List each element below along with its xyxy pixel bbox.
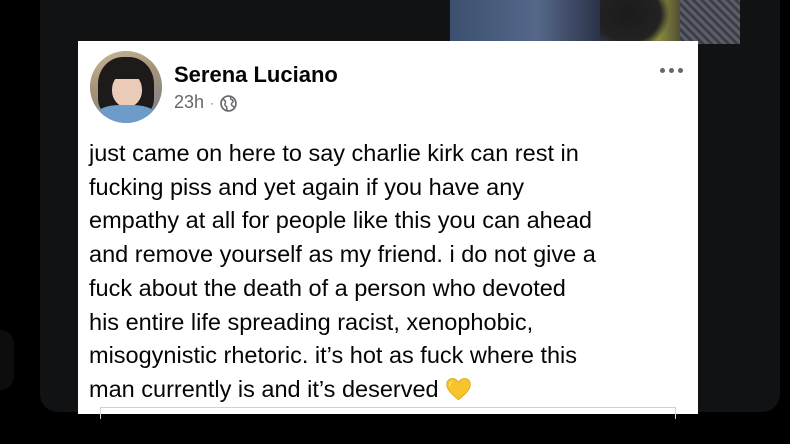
post-text-line: empathy at all for people like this you … [89, 207, 592, 234]
background-edge [0, 330, 14, 390]
post-text-line-last: man currently is and it’s deserved [89, 373, 669, 407]
post-text-line: misogynistic rhetoric. it’s hot as fuck … [89, 342, 578, 369]
post-meta: 23h · [174, 92, 237, 113]
yellow-heart-emoji [445, 378, 471, 401]
post-text: just came on here to say charlie kirk ca… [89, 137, 669, 407]
post-text-line: fucking piss and yet again if you have a… [89, 173, 525, 200]
photo-sweater [680, 0, 740, 44]
post-timestamp[interactable]: 23h [174, 92, 204, 113]
meta-separator: · [210, 95, 215, 110]
post-text-line: man currently is and it’s deserved [89, 375, 439, 402]
more-options-icon[interactable] [656, 63, 686, 77]
post-text-line: and remove yourself as my friend. i do n… [89, 241, 596, 268]
photo-hair [600, 0, 670, 44]
avatar[interactable] [90, 51, 162, 123]
author-name[interactable]: Serena Luciano [174, 62, 338, 88]
post-card: Serena Luciano 23h · just came on here t… [78, 41, 698, 419]
photo-strip [450, 0, 740, 44]
post-text-line: his entire life spreading racist, xenoph… [89, 308, 534, 335]
post-text-line: fuck about the death of a person who dev… [89, 274, 566, 301]
globe-icon[interactable] [220, 95, 237, 112]
post-text-line: just came on here to say charlie kirk ca… [89, 140, 579, 166]
screenshot-stage: Serena Luciano 23h · just came on here t… [0, 0, 790, 444]
attached-content-edge [100, 407, 676, 419]
